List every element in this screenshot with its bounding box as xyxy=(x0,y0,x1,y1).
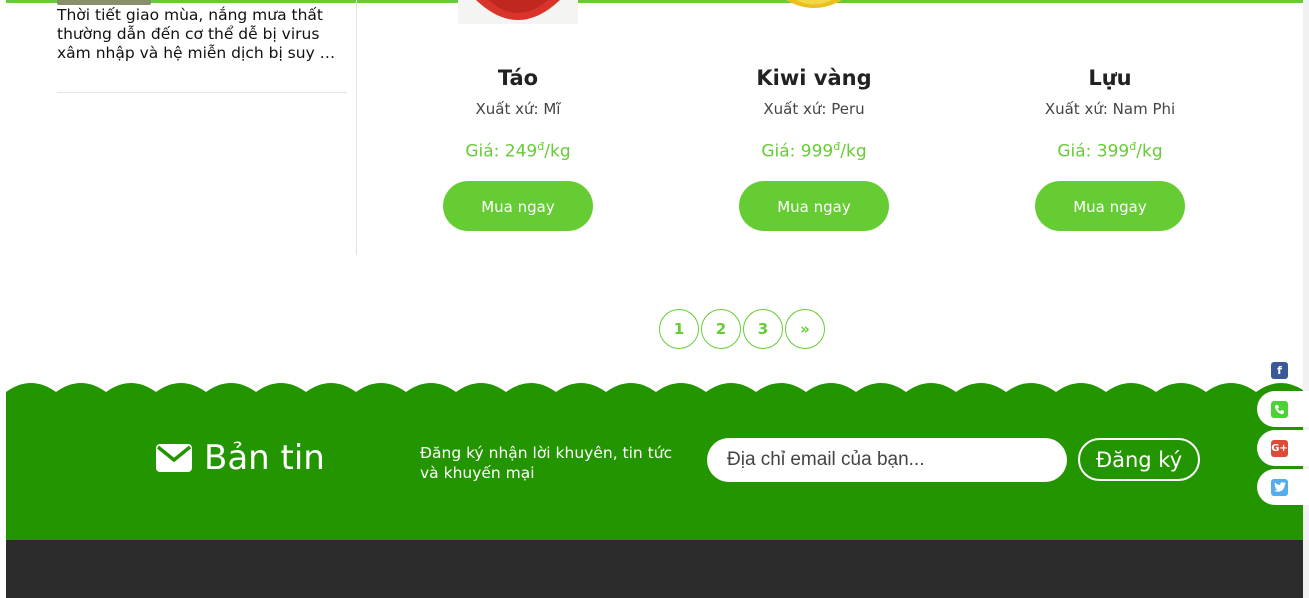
product-name[interactable]: Kiwi vàng xyxy=(666,66,962,90)
facebook-icon: f xyxy=(1271,361,1288,379)
scrollbar-track[interactable] xyxy=(1303,0,1309,598)
social-twitter[interactable] xyxy=(1257,469,1309,505)
product-origin: Xuất xứ: Nam Phi xyxy=(1044,100,1176,118)
news-excerpt[interactable]: Thời tiết giao mùa, nắng mưa thất thường… xyxy=(57,6,347,63)
subscribe-button[interactable]: Đăng ký xyxy=(1078,438,1200,481)
next-page-button[interactable]: » xyxy=(785,309,825,349)
newsletter-title: Bản tin xyxy=(156,438,325,478)
product-name[interactable]: Táo xyxy=(370,66,666,90)
pagination: 1 2 3 » xyxy=(659,309,827,349)
buy-now-button[interactable]: Mua ngay xyxy=(739,181,889,231)
news-divider xyxy=(57,92,347,93)
product-price: Giá: 249đ/kg xyxy=(465,140,571,162)
social-phone[interactable] xyxy=(1257,391,1309,427)
product-origin: Xuất xứ: Peru xyxy=(763,100,865,118)
social-google-plus[interactable]: G+ xyxy=(1257,430,1309,466)
product-origin: Xuất xứ: Mĩ xyxy=(475,100,561,118)
sidebar: Thời tiết giao mùa, nắng mưa thất thường… xyxy=(6,0,357,255)
phone-icon xyxy=(1271,400,1288,418)
newsletter-description: Đăng ký nhận lời khuyên, tin tức và khuy… xyxy=(420,444,673,482)
buy-now-button[interactable]: Mua ngay xyxy=(443,181,593,231)
envelope-icon xyxy=(156,444,192,472)
apple-image[interactable] xyxy=(458,0,578,24)
page-2-button[interactable]: 2 xyxy=(701,309,741,349)
email-input[interactable] xyxy=(707,438,1067,482)
page-1-button[interactable]: 1 xyxy=(659,309,699,349)
news-thumbnail[interactable] xyxy=(57,0,151,5)
newsletter-title-text: Bản tin xyxy=(204,438,325,478)
social-facebook[interactable]: f xyxy=(1257,352,1309,388)
google-plus-icon: G+ xyxy=(1271,439,1288,457)
twitter-icon xyxy=(1271,478,1288,496)
product-price: Giá: 399đ/kg xyxy=(1057,140,1163,162)
kiwi-image[interactable] xyxy=(774,0,854,24)
buy-now-button[interactable]: Mua ngay xyxy=(1035,181,1185,231)
product-price: Giá: 999đ/kg xyxy=(761,140,867,162)
page-3-button[interactable]: 3 xyxy=(743,309,783,349)
product-name[interactable]: Lựu xyxy=(962,66,1258,90)
footer xyxy=(6,540,1303,598)
